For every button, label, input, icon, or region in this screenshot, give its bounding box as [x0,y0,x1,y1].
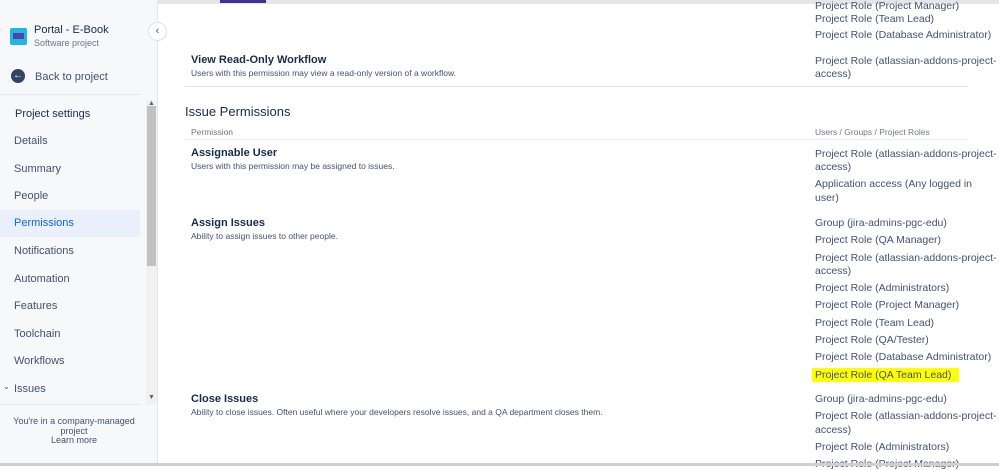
project-settings-heading: Project settings [15,108,91,120]
divider [0,404,140,405]
sidebar-item-people[interactable]: People [0,183,140,210]
role-item: Project Role (atlassian-addons-project- [815,252,997,264]
role-item: Project Role (QA/Tester) [815,334,929,346]
role-item: user) [815,192,839,204]
role-item: Project Role (atlassian-addons-project- [815,148,997,160]
role-item: Group (jira-admins-pgc-edu) [815,393,947,405]
role-item: Group (jira-admins-pgc-edu) [815,217,947,229]
sidebar-item-toolchain[interactable]: Toolchain [0,321,140,348]
permission-title: View Read-Only Workflow [191,54,327,66]
role-item: Project Role (atlassian-addons-project- [815,55,997,67]
role-item: Project Role (Database Administrator) [815,351,992,363]
role-item: access) [815,424,852,436]
role-item: access) [815,265,852,277]
role-item: Project Role (Administrators) [815,282,950,294]
role-item: Project Role (Administrators) [815,441,950,453]
sidebar-item-details[interactable]: Details [0,128,140,155]
column-header-roles: Users / Groups / Project Roles [815,127,930,137]
sidebar-item-automation[interactable]: Automation [0,266,140,293]
sidebar-item-issues[interactable]: Issues [0,376,140,403]
scroll-down-icon[interactable]: ▼ [146,394,157,401]
permission-desc: Users with this permission may be assign… [191,161,395,171]
permission-desc: Users with this permission may view a re… [191,68,457,78]
active-tab-indicator [220,0,266,3]
section-title: Issue Permissions [185,104,291,119]
role-item: Project Role (Team Lead) [815,13,935,25]
sidebar-item-features[interactable]: Features [0,293,140,320]
permission-title: Assign Issues [191,217,265,229]
divider [185,139,968,140]
back-to-project-link[interactable]: Back to project [35,71,108,83]
permission-title: Assignable User [191,147,278,159]
scroll-up-icon[interactable]: ▲ [146,100,157,107]
scrollbar-thumb[interactable] [147,106,156,266]
role-item: Project Role (Project Manager) [815,299,960,311]
arrow-left-icon[interactable]: ← [11,69,25,83]
role-item: access) [815,68,852,80]
project-name: Portal - E-Book [34,24,109,36]
highlighted-role-item: Project Role (QA Team Lead) [812,368,960,382]
role-item: Application access (Any logged in [815,178,973,190]
permission-desc: Ability to assign issues to other people… [191,231,338,241]
sidebar-item-permissions[interactable]: Permissions [0,210,140,237]
sidebar-item-workflows[interactable]: Workflows [0,348,140,375]
role-item: Project Role (QA Manager) [815,234,942,246]
role-item: Project Role (Database Administrator) [815,29,992,41]
collapse-sidebar-button[interactable]: ‹ [148,22,167,41]
sidebar-item-summary[interactable]: Summary [0,156,140,183]
role-item: Project Role (Team Lead) [815,317,935,329]
permission-title: Close Issues [191,393,259,405]
learn-more-link[interactable]: Learn more [0,435,148,445]
role-item: Project Role (Project Manager) [815,0,960,12]
project-type: Software project [34,38,100,48]
role-item: Project Role (atlassian-addons-project- [815,410,997,422]
column-header-permission: Permission [191,127,234,137]
divider [0,94,140,95]
project-logo-icon [10,28,27,45]
role-item: access) [815,161,852,173]
permission-desc: Ability to close issues. Often useful wh… [191,407,603,417]
sidebar-item-notifications[interactable]: Notifications [0,238,140,265]
company-managed-note: You're in a company-managed project [13,416,135,436]
sidebar: Portal - E-Book Software project ← Back … [0,0,158,466]
divider [185,86,968,87]
